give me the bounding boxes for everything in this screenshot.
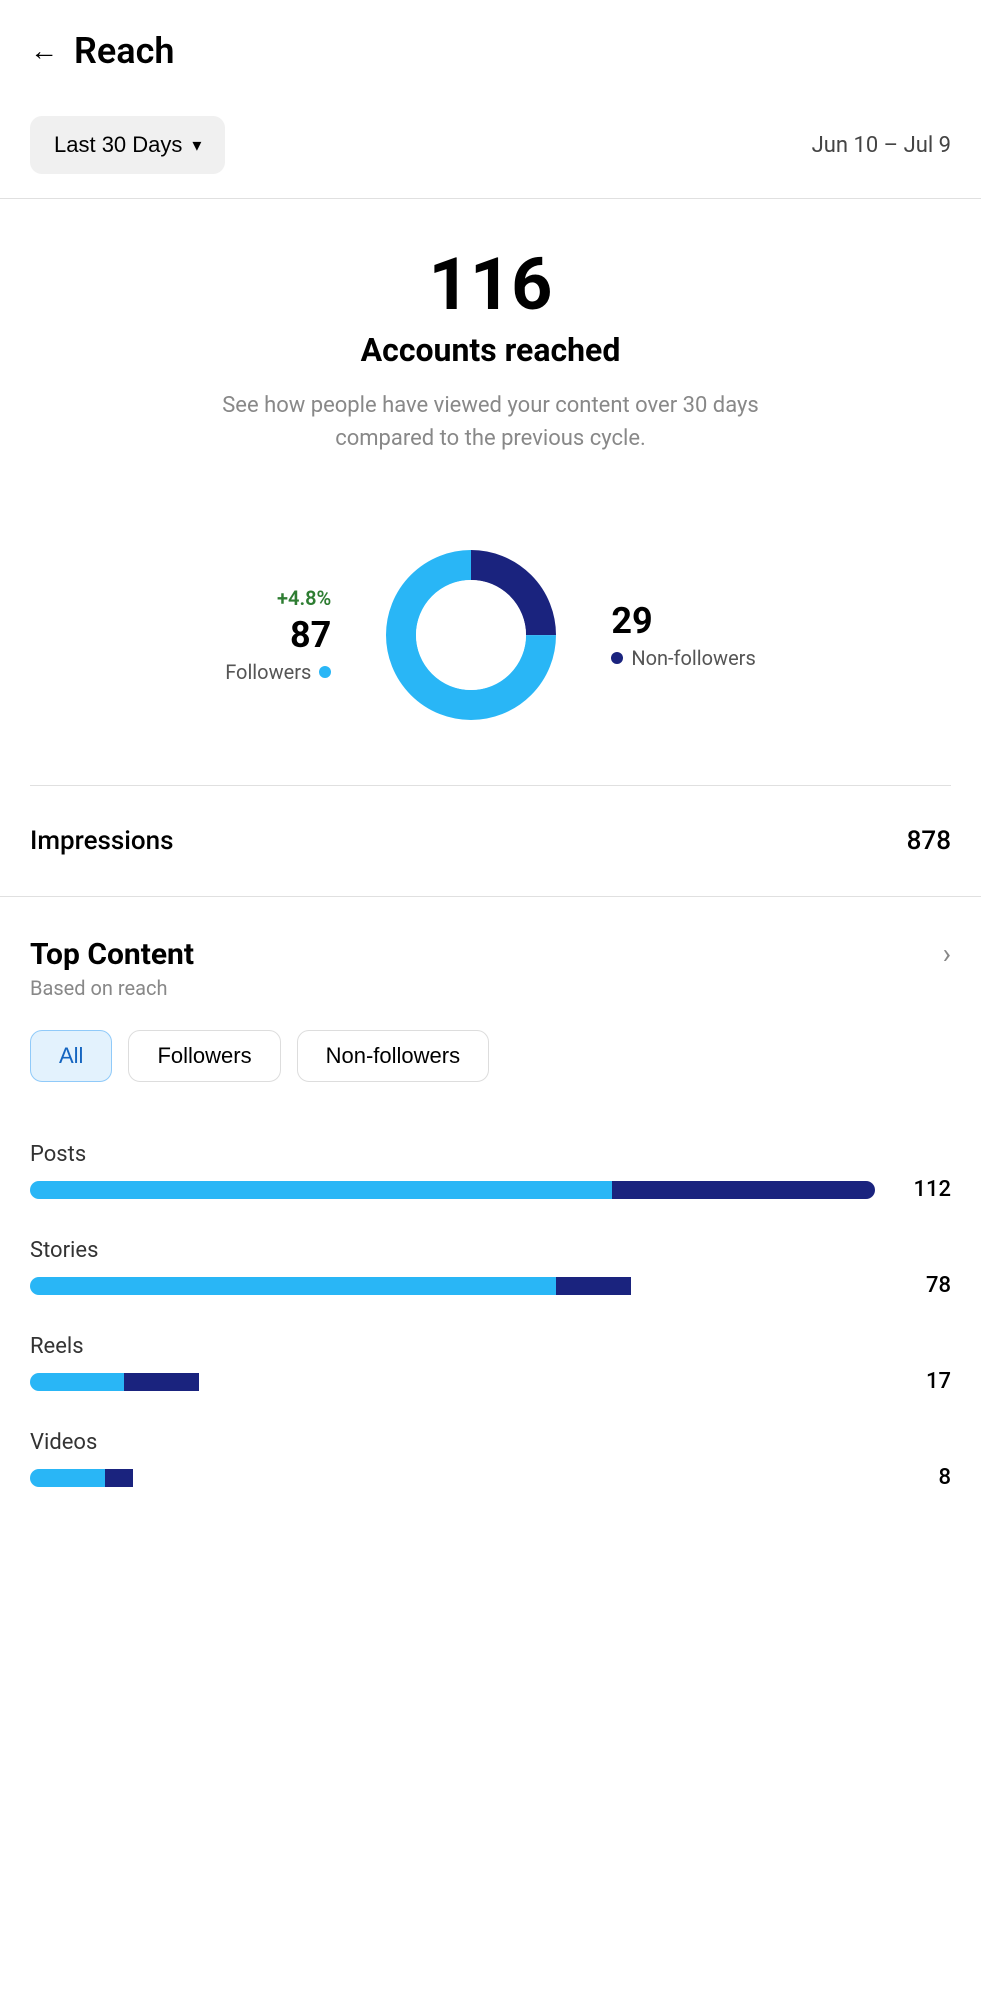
page-title: Reach bbox=[74, 30, 174, 72]
followers-dot-icon bbox=[319, 666, 331, 678]
followers-change: +4.8% bbox=[225, 586, 331, 610]
donut-section: +4.8% 87 Followers 29 Non-followers bbox=[0, 485, 981, 785]
content-row: Videos 8 bbox=[30, 1430, 951, 1490]
bar-segment-followers bbox=[30, 1181, 612, 1199]
bar-segment-followers bbox=[30, 1277, 556, 1295]
stats-section: 116 Accounts reached See how people have… bbox=[0, 199, 981, 485]
donut-chart bbox=[371, 535, 571, 735]
non-followers-dot-icon bbox=[611, 652, 623, 664]
content-row-bar-container: 112 bbox=[30, 1177, 951, 1202]
non-followers-group: 29 Non-followers bbox=[611, 600, 755, 670]
bar-segment-followers bbox=[30, 1469, 105, 1487]
date-filter-label: Last 30 Days bbox=[54, 132, 182, 158]
bar-wrapper bbox=[30, 1181, 875, 1199]
filter-tab-followers[interactable]: Followers bbox=[128, 1030, 280, 1082]
top-content-section: Top Content Based on reach › All Follower… bbox=[0, 897, 981, 1142]
bar-wrapper bbox=[30, 1277, 875, 1295]
date-range-label: Jun 10 – Jul 9 bbox=[812, 133, 951, 158]
content-row: Stories 78 bbox=[30, 1238, 951, 1298]
non-followers-label: Non-followers bbox=[611, 646, 755, 670]
bar-segment-non-followers bbox=[124, 1373, 199, 1391]
impressions-value: 878 bbox=[907, 826, 951, 856]
content-row-label: Posts bbox=[30, 1142, 951, 1167]
content-row: Reels 17 bbox=[30, 1334, 951, 1394]
content-row-value: 8 bbox=[891, 1465, 951, 1490]
content-row-bar-container: 78 bbox=[30, 1273, 951, 1298]
content-row-value: 78 bbox=[891, 1273, 951, 1298]
top-content-title: Top Content bbox=[30, 937, 194, 972]
date-filter-button[interactable]: Last 30 Days ▾ bbox=[30, 116, 225, 174]
bar-segment-non-followers bbox=[556, 1277, 631, 1295]
impressions-row: Impressions 878 bbox=[0, 786, 981, 897]
bar-segment-non-followers bbox=[612, 1181, 875, 1199]
impressions-label: Impressions bbox=[30, 826, 174, 856]
bar-wrapper bbox=[30, 1373, 875, 1391]
chevron-down-icon: ▾ bbox=[192, 135, 201, 156]
bar-segment-followers bbox=[30, 1373, 124, 1391]
non-followers-count: 29 bbox=[611, 600, 755, 642]
back-button[interactable]: ← bbox=[30, 35, 58, 67]
top-content-title-group: Top Content Based on reach bbox=[30, 937, 194, 1000]
filter-tab-all[interactable]: All bbox=[30, 1030, 112, 1082]
content-row: Posts 112 bbox=[30, 1142, 951, 1202]
content-row-bar-container: 8 bbox=[30, 1465, 951, 1490]
content-row-label: Reels bbox=[30, 1334, 951, 1359]
top-content-header[interactable]: Top Content Based on reach › bbox=[30, 937, 951, 1000]
filter-tabs: All Followers Non-followers bbox=[30, 1030, 951, 1082]
followers-count: 87 bbox=[225, 614, 331, 656]
bar-wrapper bbox=[30, 1469, 875, 1487]
filter-tab-non-followers[interactable]: Non-followers bbox=[297, 1030, 490, 1082]
followers-label: Followers bbox=[225, 660, 331, 684]
content-row-bar-container: 17 bbox=[30, 1369, 951, 1394]
top-content-subtitle: Based on reach bbox=[30, 976, 194, 1000]
header: ← Reach bbox=[0, 0, 981, 92]
followers-group: +4.8% 87 Followers bbox=[225, 586, 331, 684]
bar-segment-non-followers bbox=[105, 1469, 133, 1487]
content-row-value: 17 bbox=[891, 1369, 951, 1394]
accounts-reached-number: 116 bbox=[30, 249, 951, 321]
content-row-label: Stories bbox=[30, 1238, 951, 1263]
accounts-reached-desc: See how people have viewed your content … bbox=[191, 389, 791, 455]
content-rows: Posts 112 Stories 78 Reels 17 Videos 8 bbox=[0, 1142, 981, 1566]
accounts-reached-label: Accounts reached bbox=[30, 331, 951, 369]
chevron-right-icon[interactable]: › bbox=[943, 937, 951, 970]
content-row-value: 112 bbox=[891, 1177, 951, 1202]
content-row-label: Videos bbox=[30, 1430, 951, 1455]
controls-row: Last 30 Days ▾ Jun 10 – Jul 9 bbox=[0, 92, 981, 199]
